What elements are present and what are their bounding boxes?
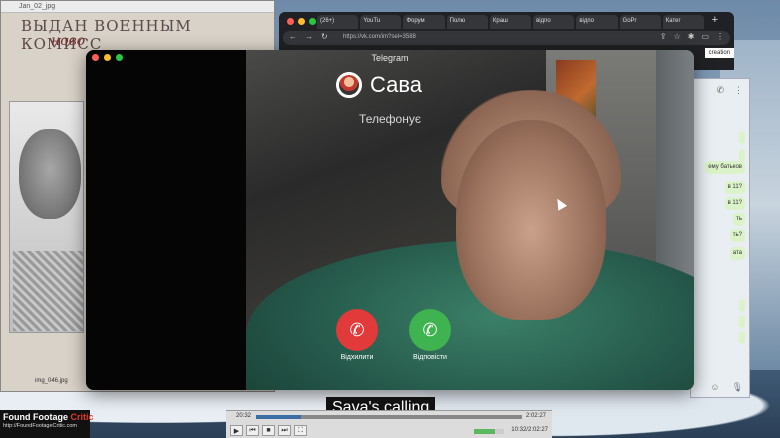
watermark-title-part1: Found Footage <box>3 412 71 422</box>
watermark-url: http://FoundFootageCritic.com <box>3 423 77 429</box>
watermark-title-part2: Critic <box>70 412 94 422</box>
forward-icon[interactable]: → <box>305 32 313 41</box>
browser-tabs: (26+) YouTu Форум Полю Краш відпо відпо … <box>317 15 704 29</box>
chat-message: в 11? <box>724 197 745 210</box>
prev-icon[interactable]: ⏮ <box>246 425 259 436</box>
browser-side-text: creation <box>704 48 734 58</box>
telegram-call-window: Telegram Сава Телефонує ✆ ✆ Відхилити Ві… <box>86 50 694 390</box>
menu-icon[interactable]: ⋮ <box>716 32 724 41</box>
caller-face <box>456 120 606 320</box>
bookmark-star-icon[interactable]: ☆ <box>674 32 681 41</box>
chat-message: в 11? <box>724 181 745 194</box>
browser-tab[interactable]: Катег <box>662 15 704 29</box>
chat-message <box>739 299 745 312</box>
browser-tab[interactable]: відпо <box>576 15 618 29</box>
stamp-text-line2: ново <box>51 33 86 49</box>
total-time: 2:02:27 <box>525 413 546 419</box>
chat-window[interactable]: ✆ ⋮ ему батьков в 11? в 11? ть ть? ата ☺… <box>690 78 750 398</box>
passport-shirt <box>13 251 83 331</box>
watermark-title: Found Footage Critic <box>0 410 94 422</box>
volume-slider[interactable] <box>474 429 504 434</box>
chat-message <box>739 131 745 144</box>
emoji-icon[interactable]: ☺ <box>710 382 719 393</box>
accept-call-button[interactable]: ✆ <box>409 309 451 351</box>
call-video-left-area <box>86 50 246 390</box>
media-player-controls: 20:32 2:02:27 ▶ ⏮ ■ ⏭ ⛶ 10:32/2:02:27 <box>226 410 552 438</box>
accept-label: Відповісти <box>413 354 447 361</box>
passport-face <box>19 129 81 219</box>
browser-tab[interactable]: GoPr <box>619 15 661 29</box>
browser-tab[interactable]: Краш <box>489 15 532 29</box>
chat-message <box>739 315 745 328</box>
call-app-name: Telegram <box>371 53 409 63</box>
hang-up-icon: ✆ <box>349 319 365 340</box>
new-tab-icon[interactable]: + <box>712 14 718 26</box>
avatar-image <box>339 75 359 95</box>
next-icon[interactable]: ⏭ <box>278 425 291 436</box>
seek-bar[interactable] <box>256 415 522 419</box>
chat-message: ему батьков <box>705 161 745 174</box>
document-filename: img_046.jpg <box>35 378 68 384</box>
maximize-dot[interactable] <box>309 18 316 25</box>
chat-message <box>739 331 745 344</box>
fullscreen-icon[interactable]: ⛶ <box>294 425 307 436</box>
close-dot[interactable] <box>287 18 294 25</box>
phone-icon[interactable]: ✆ <box>716 85 724 96</box>
phone-icon: ✆ <box>422 319 438 340</box>
chat-message: ть? <box>729 229 745 242</box>
incoming-video-feed <box>246 50 694 390</box>
browser-tab[interactable]: Полю <box>446 15 488 29</box>
more-icon[interactable]: ⋮ <box>734 85 743 96</box>
minimize-dot[interactable] <box>298 18 305 25</box>
chat-message: ата <box>729 247 745 260</box>
seek-progress <box>256 415 302 419</box>
microphone-icon[interactable]: 🎙 <box>732 382 743 393</box>
caller-name: Сава <box>370 72 423 97</box>
window-controls[interactable] <box>287 18 316 25</box>
browser-tab[interactable]: Форум <box>403 15 445 29</box>
browser-tab[interactable]: відпо <box>533 15 575 29</box>
extensions-icon[interactable]: ✱ <box>688 32 695 41</box>
share-icon[interactable]: ⇪ <box>660 32 667 41</box>
document-window-title: Jan_02_jpg <box>1 1 274 13</box>
caller-info: Сава <box>336 72 422 98</box>
play-icon[interactable]: ▶ <box>230 425 243 436</box>
browser-tab[interactable]: YouTu <box>360 15 402 29</box>
caller-avatar <box>336 72 362 98</box>
watermark: Found Footage Critic http://FoundFootage… <box>0 410 94 438</box>
time-readout: 10:32/2:02:27 <box>511 427 548 433</box>
elapsed-time: 20:32 <box>236 413 252 419</box>
call-status: Телефонує <box>359 112 421 126</box>
browser-tab[interactable]: (26+) <box>317 15 359 29</box>
decline-label: Відхилити <box>340 354 374 361</box>
stop-icon[interactable]: ■ <box>262 425 275 436</box>
decline-call-button[interactable]: ✆ <box>336 309 378 351</box>
sidebar-icon[interactable]: ▭ <box>701 32 709 41</box>
back-icon[interactable]: ← <box>289 32 297 41</box>
reload-icon[interactable]: ↻ <box>321 32 328 41</box>
chat-message: ть <box>733 213 745 226</box>
